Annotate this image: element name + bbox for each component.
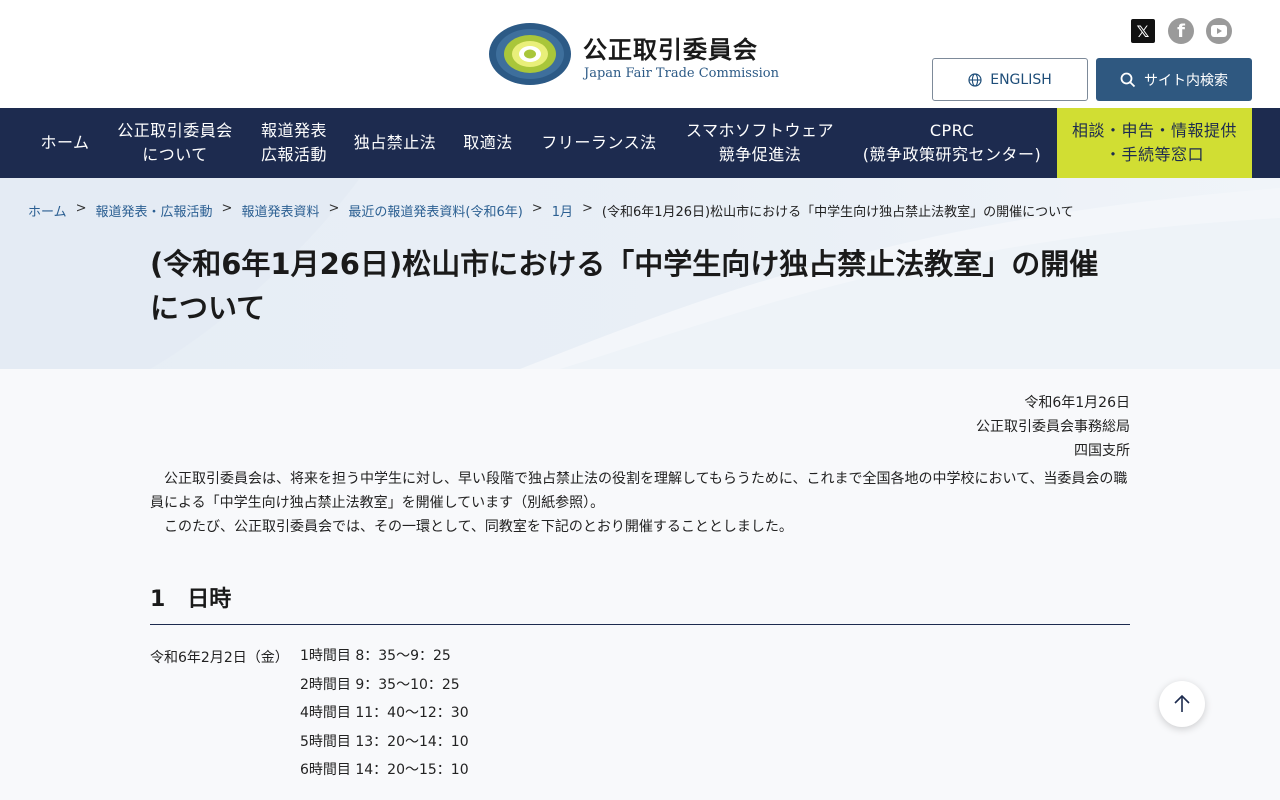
search-label: サイト内検索	[1144, 72, 1228, 89]
site-header: 公正取引委員会 Japan Fair Trade Commission 𝕏 f …	[0, 0, 1280, 108]
breadcrumb-link-releases[interactable]: 報道発表資料	[241, 201, 319, 220]
breadcrumb-link-press[interactable]: 報道発表・広報活動	[96, 201, 213, 220]
issuing-office: 四国支所	[1074, 443, 1130, 459]
facebook-icon[interactable]: f	[1168, 18, 1194, 44]
schedule-item: 1時間目 8：35〜9：25	[300, 648, 451, 664]
search-icon	[1120, 72, 1136, 87]
schedule-list: 1時間目 8：35〜9：25 2時間目 9：35〜10：25 4時間目 11：4…	[300, 647, 469, 790]
body-text: 公正取引委員会は、将来を担う中学生に対し、早い段階で独占禁止法の役割を理解しても…	[150, 467, 1130, 539]
english-label: ENGLISH	[990, 71, 1052, 88]
youtube-icon[interactable]	[1206, 18, 1232, 44]
breadcrumb-separator: >	[531, 201, 543, 216]
globe-icon	[968, 72, 982, 87]
page-title: (令和6年1月26日)松山市における「中学生向け独占禁止法教室」の開催 について	[150, 242, 1140, 330]
nav-item-antimonopoly[interactable]: 独占禁止法	[346, 108, 444, 178]
notice-paragraph: このたび、公正取引委員会では、その一環として、同教室を下記のとおり開催することと…	[164, 519, 793, 535]
schedule-item: 5時間目 13：20〜14：10	[300, 733, 469, 750]
schedule-item: 6時間目 14：20〜15：10	[300, 762, 469, 778]
breadcrumb-separator: >	[221, 201, 233, 216]
global-nav: ホーム 公正取引委員会 について 報道発表 広報活動 独占禁止法 取適法 フリー…	[0, 108, 1280, 178]
breadcrumb-current: (令和6年1月26日)松山市における「中学生向け独占禁止法教室」の開催について	[601, 205, 1074, 220]
breadcrumb-link-recent[interactable]: 最近の報道発表資料(令和6年)	[348, 201, 522, 220]
site-title[interactable]: 公正取引委員会	[583, 30, 758, 65]
page-title-line2: について	[150, 291, 266, 325]
arrow-up-icon	[1174, 694, 1190, 712]
english-button[interactable]: ENGLISH	[932, 58, 1088, 101]
breadcrumb-separator: >	[328, 201, 340, 216]
nav-item-consultation[interactable]: 相談・申告・情報提供 ・手続等窓口	[1057, 108, 1252, 178]
breadcrumb-link-home[interactable]: ホーム	[28, 201, 67, 220]
issuing-org: 公正取引委員会事務総局	[976, 419, 1130, 435]
site-search-button[interactable]: サイト内検索	[1096, 58, 1252, 101]
page-hero: ホーム > 報道発表・広報活動 > 報道発表資料 > 最近の報道発表資料(令和6…	[0, 178, 1280, 369]
section-heading-datetime: 1 日時	[150, 581, 1130, 625]
x-icon[interactable]: 𝕏	[1131, 19, 1155, 43]
site-subtitle[interactable]: Japan Fair Trade Commission	[584, 66, 779, 81]
breadcrumb-link-january[interactable]: 1月	[552, 201, 573, 220]
jftc-logo[interactable]	[488, 22, 572, 86]
page-title-line1: (令和6年1月26日)松山市における「中学生向け独占禁止法教室」の開催	[150, 247, 1099, 281]
breadcrumb: ホーム > 報道発表・広報活動 > 報道発表資料 > 最近の報道発表資料(令和6…	[28, 201, 1074, 220]
schedule-item: 2時間目 9：35〜10：25	[300, 676, 460, 693]
release-date: 令和6年1月26日	[1024, 395, 1130, 411]
nav-item-about[interactable]: 公正取引委員会 について	[108, 108, 242, 178]
nav-item-smartphone[interactable]: スマホソフトウェア 競争促進法	[676, 108, 844, 178]
back-to-top-button[interactable]	[1159, 681, 1205, 727]
schedule-item: 4時間目 11：40〜12：30	[300, 705, 469, 721]
intro-paragraph: 公正取引委員会は、将来を担う中学生に対し、早い段階で独占禁止法の役割を理解しても…	[150, 471, 1128, 511]
nav-item-freelance[interactable]: フリーランス法	[530, 108, 668, 178]
nav-item-cprc[interactable]: CPRC (競争政策研究センター)	[852, 108, 1052, 178]
nav-item-press[interactable]: 報道発表 広報活動	[250, 108, 338, 178]
breadcrumb-separator: >	[75, 201, 87, 216]
document-meta: 令和6年1月26日 公正取引委員会事務総局 四国支所	[976, 391, 1130, 463]
main-content: 令和6年1月26日 公正取引委員会事務総局 四国支所 公正取引委員会は、将来を担…	[0, 369, 1280, 800]
breadcrumb-separator: >	[581, 201, 593, 216]
schedule-date: 令和6年2月2日（金）	[150, 650, 289, 666]
nav-item-home[interactable]: ホーム	[28, 108, 102, 178]
nav-item-subcontract[interactable]: 取適法	[454, 108, 522, 178]
